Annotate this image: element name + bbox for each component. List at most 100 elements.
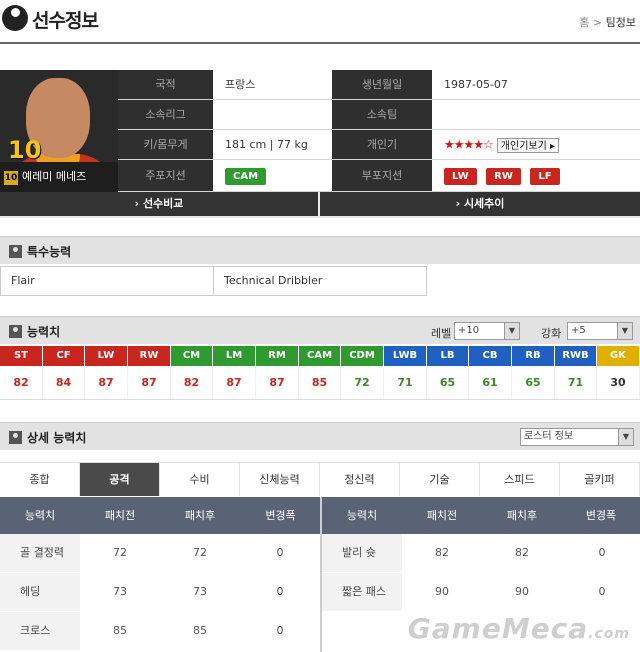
stat-position-header: CDM (341, 346, 383, 366)
league-label: 소속리그 (118, 100, 213, 129)
detail-column-header: 변경폭 (562, 497, 640, 534)
detail-stat-value: 73 (193, 585, 207, 598)
sub-position-badge: LW (444, 167, 477, 185)
level-value: +10 (458, 325, 480, 336)
detail-stat-value: 72 (193, 546, 207, 559)
skill-label: 개인기 (332, 130, 432, 159)
nationality-label: 국적 (118, 70, 213, 99)
chevron-down-icon: ▼ (617, 323, 632, 339)
tab-detail[interactable]: 정신력 (320, 462, 400, 496)
detail-stat-name: 크로스 (0, 612, 80, 650)
tab-detail[interactable]: 공격 (80, 462, 160, 496)
soccer-ball-icon (2, 5, 28, 31)
stat-value: 71 (384, 366, 427, 400)
price-trend-button[interactable]: › 시세추이 (320, 192, 640, 216)
detail-column-header: 변경폭 (240, 497, 321, 534)
detail-stat-value: 85 (113, 624, 127, 637)
detail-stat-value: 0 (276, 585, 284, 598)
level-select[interactable]: +10 ▼ (454, 322, 520, 340)
detail-column-header: 능력치 (0, 497, 80, 534)
detail-stat-name: 발리 슛 (322, 534, 402, 572)
roster-select-value: 로스터 정보 (524, 431, 574, 442)
detail-stat-value: 82 (435, 546, 449, 559)
tab-detail[interactable]: 스피드 (480, 462, 560, 496)
stat-position-header: RW (128, 346, 170, 366)
sub-position-badge: RW (486, 167, 521, 185)
nationality-value: 프랑스 (213, 70, 332, 99)
watermark-text: GameMeca (407, 612, 589, 645)
trait-item: Technical Dribbler (224, 274, 323, 287)
stat-position-header: LWB (384, 346, 426, 366)
watermark: GameMeca.com (408, 612, 630, 645)
detail-column-header: 패치후 (482, 497, 562, 534)
stat-value: 71 (555, 366, 597, 400)
sub-position-value: LW RW LF (432, 160, 640, 191)
info-row-league: 소속리그 소속팀 (118, 100, 640, 130)
body-value: 181 cm | 77 kg (213, 130, 332, 159)
main-position-value: CAM (213, 160, 332, 191)
stat-value: 72 (341, 366, 384, 400)
detail-stat-value: 0 (598, 585, 606, 598)
roster-select[interactable]: 로스터 정보 ▼ (520, 428, 634, 446)
detail-column-header: 능력치 (322, 497, 402, 534)
stat-position-header: GK (597, 346, 639, 366)
ability-section-header: 능력치 레벨 +10 ▼ 강화 +5 ▼ (0, 316, 640, 344)
stat-position-header: LM (213, 346, 255, 366)
stat-value: 65 (512, 366, 555, 400)
body-label: 키/몸무게 (118, 130, 213, 159)
detail-section-header: 상세 능력치 로스터 정보 ▼ (0, 422, 640, 450)
breadcrumb-current[interactable]: 팀정보 (606, 16, 636, 29)
player-name: 예레미 메네즈 (22, 170, 87, 183)
tab-detail[interactable]: 신체능력 (240, 462, 320, 496)
stat-value: 87 (128, 366, 171, 400)
league-value (213, 100, 332, 129)
team-label: 소속팀 (332, 100, 432, 129)
detail-stat-name: 골 결정력 (0, 534, 80, 572)
detail-stat-value: 90 (515, 585, 529, 598)
page-title: 선수정보 (32, 10, 99, 32)
stat-position-header: CM (171, 346, 212, 366)
detail-stat-name: 짧은 패스 (322, 573, 402, 611)
detail-stat-value: 90 (435, 585, 449, 598)
level-label: 레벨 (431, 327, 452, 340)
detail-stat-value: 73 (113, 585, 127, 598)
section-icon (9, 431, 22, 444)
overall-badge: 10 (4, 171, 18, 185)
birth-label: 생년월일 (332, 70, 432, 99)
stat-value: 61 (469, 366, 512, 400)
birth-value: 1987-05-07 (432, 70, 640, 99)
enhance-label: 강화 (541, 327, 562, 340)
section-icon (9, 325, 22, 338)
stat-position-header: CF (43, 346, 84, 366)
detail-stat-value: 0 (276, 624, 284, 637)
skill-view-button[interactable]: 개인기보기 ▸ (496, 137, 559, 153)
team-value (432, 100, 640, 129)
player-action-buttons: › 선수비교 › 시세추이 (0, 192, 640, 216)
breadcrumb-home[interactable]: 홈 (579, 16, 589, 29)
stat-position-header: RM (256, 346, 298, 366)
traits-box: Flair Technical Dribbler (0, 266, 427, 296)
info-row-nationality: 국적 프랑스 생년월일 1987-05-07 (118, 70, 640, 100)
breadcrumb-separator: > (592, 16, 603, 29)
stat-position-header: ST (0, 346, 42, 366)
tab-detail[interactable]: 기술 (400, 462, 480, 496)
stat-value: 82 (171, 366, 213, 400)
stat-position-header: RWB (555, 346, 596, 366)
breadcrumb: 홈 > 팀정보 (579, 14, 636, 30)
stat-value: 87 (256, 366, 299, 400)
ability-title: 능력치 (27, 325, 61, 339)
tab-detail[interactable]: 종합 (0, 462, 80, 496)
info-row-position: 주포지션 CAM 부포지션 LW RW LF (118, 160, 640, 192)
trait-item: Flair (1, 267, 214, 295)
traits-section-header: 특수능력 (0, 236, 640, 264)
stat-position-header: CB (469, 346, 511, 366)
enhance-select[interactable]: +5 ▼ (567, 322, 633, 340)
detail-stat-value: 85 (193, 624, 207, 637)
stat-value: 65 (427, 366, 469, 400)
compare-player-button[interactable]: › 선수비교 (0, 192, 318, 216)
stat-position-header: LB (427, 346, 468, 366)
tab-detail[interactable]: 수비 (160, 462, 240, 496)
tab-detail[interactable]: 골키퍼 (560, 462, 640, 496)
stat-value: 87 (85, 366, 128, 400)
page-header: 선수정보 홈 > 팀정보 (0, 0, 640, 44)
